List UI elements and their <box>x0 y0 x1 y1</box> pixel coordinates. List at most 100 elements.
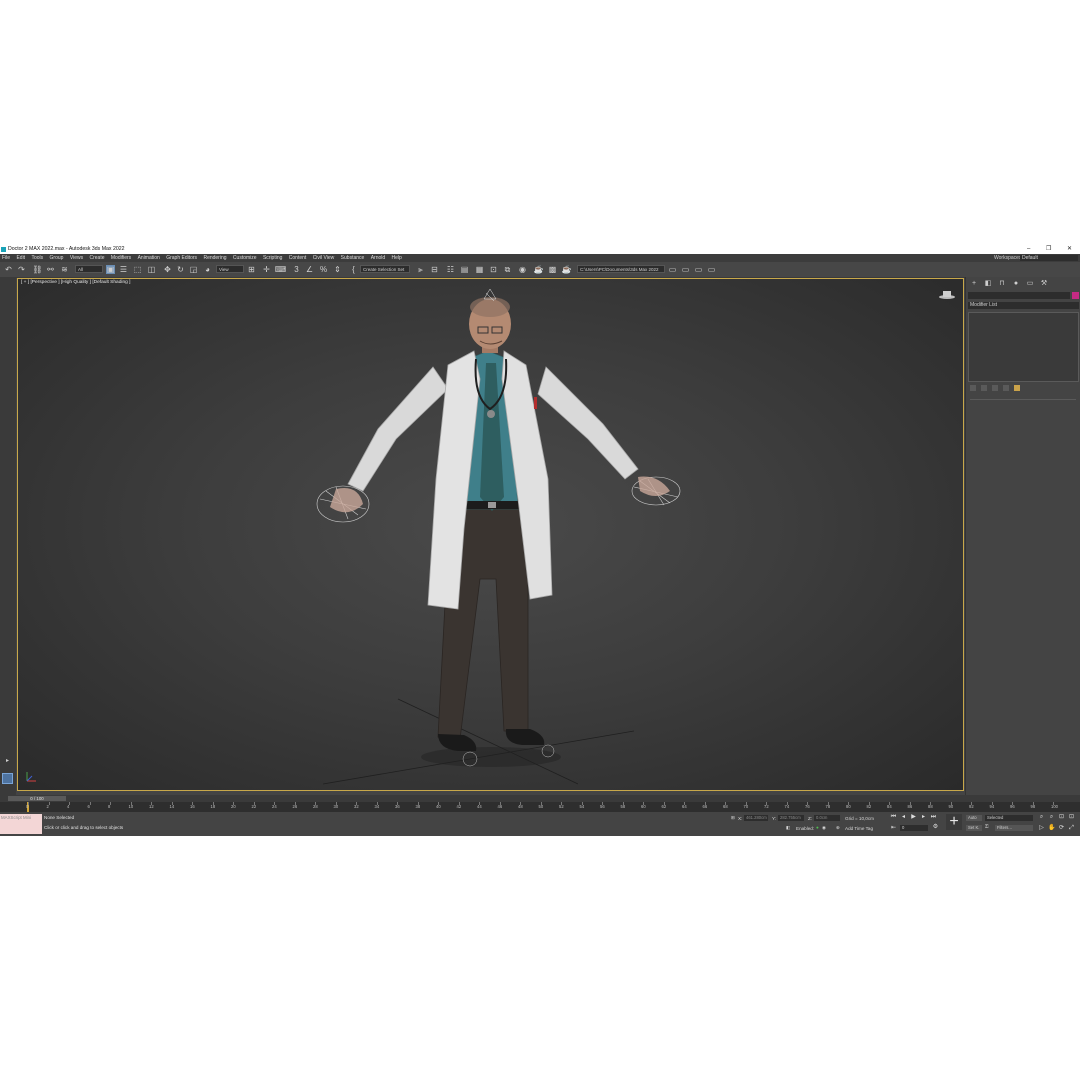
rendered-frame-window-icon[interactable]: ▩ <box>548 265 557 274</box>
maxscript-listener[interactable]: MAXScript Mini <box>0 814 42 834</box>
keyboard-shortcut-icon[interactable]: ⌨ <box>275 265 287 274</box>
curve-editor-icon[interactable]: ⊡ <box>489 265 498 274</box>
menu-rendering[interactable]: Rendering <box>203 254 226 262</box>
minimize-button[interactable]: – <box>1027 245 1030 254</box>
menu-edit[interactable]: Edit <box>16 254 25 262</box>
display-tab-icon[interactable]: ▭ <box>1026 280 1034 288</box>
frame-display[interactable]: 0 / 100 <box>8 796 66 801</box>
redo-icon[interactable]: ↷ <box>17 265 26 274</box>
selected-dropdown[interactable]: Selected <box>985 815 1033 821</box>
workspace-dropdown[interactable]: Default <box>1020 255 1078 261</box>
snaps-toggle-icon[interactable]: 3 <box>292 265 301 274</box>
play-icon[interactable]: ▶ <box>910 814 917 821</box>
adaptive-degradation-icon[interactable]: ◧ <box>786 825 790 831</box>
project-settings-icon[interactable]: ▭ <box>707 265 716 274</box>
zoom-extents-icon[interactable]: ⊡ <box>1058 814 1065 821</box>
menu-scripting[interactable]: Scripting <box>263 254 282 262</box>
previous-frame-icon[interactable]: ◂ <box>900 814 907 821</box>
spinner-snap-icon[interactable]: ⇕ <box>333 265 342 274</box>
render-production-icon[interactable]: ☕ <box>562 265 572 274</box>
menu-help[interactable]: Help <box>392 254 402 262</box>
modify-tab-icon[interactable]: ◧ <box>984 280 992 288</box>
set-key-button[interactable]: Set K. <box>966 825 982 831</box>
pin-stack-icon[interactable] <box>970 385 976 391</box>
set-project-icon[interactable]: ▭ <box>681 265 690 274</box>
object-color-swatch[interactable] <box>1072 292 1079 299</box>
isolate-toggle-icon[interactable]: ◉ <box>822 825 826 831</box>
bind-space-warp-icon[interactable]: ≋ <box>60 265 69 274</box>
select-rotate-icon[interactable]: ↻ <box>176 265 185 274</box>
select-manipulate-icon[interactable]: ✛ <box>262 265 271 274</box>
configure-sets-icon[interactable] <box>1014 385 1020 391</box>
modifier-stack[interactable] <box>968 312 1079 382</box>
field-of-view-icon[interactable]: ▷ <box>1038 825 1045 832</box>
track-bar[interactable]: 0 2 4 6 8 10 12 14 16 18 20 22 24 26 28 30 32 34 36 38 40 42 4… <box>0 802 1080 812</box>
material-editor-icon[interactable]: ◉ <box>518 265 527 274</box>
scene-explorer-icon[interactable]: ☷ <box>446 265 455 274</box>
perspective-viewport[interactable]: [ + ] [Perspective ] [High Quality ] [De… <box>17 278 964 791</box>
auto-key-button[interactable]: Auto <box>966 815 982 821</box>
menu-file[interactable]: File <box>2 254 10 262</box>
menu-animation[interactable]: Animation <box>138 254 160 262</box>
y-coordinate-field[interactable]: 282.755cm <box>778 815 804 821</box>
align-icon[interactable]: ⊟ <box>430 265 439 274</box>
time-slider[interactable]: 0 / 100 <box>0 795 1080 802</box>
placement-icon[interactable]: ◕ <box>203 265 212 274</box>
go-to-start-icon[interactable]: ⏮ <box>890 814 897 821</box>
zoom-extents-all-icon[interactable]: ⊡ <box>1068 814 1075 821</box>
new-project-icon[interactable]: ▭ <box>694 265 703 274</box>
make-unique-icon[interactable] <box>992 385 998 391</box>
layer-explorer-icon[interactable]: ▤ <box>460 265 469 274</box>
project-folder-dropdown[interactable]: C:\Users\PC\Documents\3ds Max 2022 <box>577 265 665 273</box>
mirror-icon[interactable]: ⫸ <box>416 265 425 274</box>
enabled-indicator-icon[interactable]: ● <box>816 825 819 830</box>
schematic-view-icon[interactable]: ⧉ <box>503 265 512 274</box>
utilities-tab-icon[interactable]: ⚒ <box>1040 280 1048 288</box>
percent-snap-icon[interactable]: % <box>319 265 328 274</box>
menu-civil-view[interactable]: Civil View <box>313 254 335 262</box>
select-scale-icon[interactable]: ◲ <box>189 265 198 274</box>
add-time-tag-button[interactable]: Add Time Tag <box>845 826 873 831</box>
render-setup-icon[interactable]: ☕ <box>534 265 544 274</box>
menu-views[interactable]: Views <box>70 254 83 262</box>
select-by-name-icon[interactable]: ☰ <box>119 265 128 274</box>
create-tab-icon[interactable]: + <box>970 280 978 288</box>
filters-button[interactable]: Filters... <box>995 825 1033 831</box>
named-selection-dropdown[interactable]: Create Selection Set <box>360 265 410 273</box>
pivot-center-icon[interactable]: ⊞ <box>247 265 256 274</box>
z-coordinate-field[interactable]: 0.0cm <box>814 815 840 821</box>
orbit-icon[interactable]: ⟳ <box>1058 825 1065 832</box>
lock-icon[interactable]: ⊞ <box>731 815 735 821</box>
remove-modifier-icon[interactable] <box>1003 385 1009 391</box>
menu-arnold[interactable]: Arnold <box>371 254 385 262</box>
time-tag-icon[interactable]: ⊕ <box>836 825 840 831</box>
motion-tab-icon[interactable]: ● <box>1012 280 1020 288</box>
key-mode-icon[interactable]: ⇤ <box>890 825 897 832</box>
doctor-character-model[interactable] <box>18 279 964 791</box>
go-to-end-icon[interactable]: ⏭ <box>930 814 937 821</box>
open-project-icon[interactable]: ▭ <box>668 265 677 274</box>
key-filters-icon[interactable]: ⚿ <box>985 824 989 829</box>
angle-snap-icon[interactable]: ∠ <box>305 265 314 274</box>
select-object-icon[interactable]: ▣ <box>106 265 115 274</box>
viewport-layout-button[interactable] <box>2 773 13 784</box>
modifier-list-dropdown[interactable]: Modifier List <box>968 302 1079 309</box>
menu-group[interactable]: Group <box>50 254 64 262</box>
unlink-icon[interactable]: ⚯ <box>46 265 55 274</box>
edit-named-selection-icon[interactable]: { <box>349 265 358 274</box>
pan-view-icon[interactable]: ✋ <box>1048 825 1055 832</box>
link-icon[interactable]: ⛓ <box>32 265 42 274</box>
next-frame-icon[interactable]: ▸ <box>920 814 927 821</box>
x-coordinate-field[interactable]: 461.280cm <box>744 815 768 821</box>
menu-tools[interactable]: Tools <box>31 254 43 262</box>
current-frame-field[interactable]: 0 <box>900 825 928 831</box>
close-button[interactable]: ✕ <box>1067 245 1072 254</box>
zoom-all-icon[interactable]: ⌕ <box>1048 814 1055 821</box>
restore-button[interactable]: ❐ <box>1046 245 1051 254</box>
time-config-icon[interactable]: ⚙ <box>932 824 939 831</box>
maximize-viewport-icon[interactable]: ⤢ <box>1068 825 1075 832</box>
menu-create[interactable]: Create <box>89 254 104 262</box>
ref-coord-dropdown[interactable]: View <box>216 265 244 273</box>
selection-filter-dropdown[interactable]: All <box>75 265 103 273</box>
menu-substance[interactable]: Substance <box>341 254 365 262</box>
